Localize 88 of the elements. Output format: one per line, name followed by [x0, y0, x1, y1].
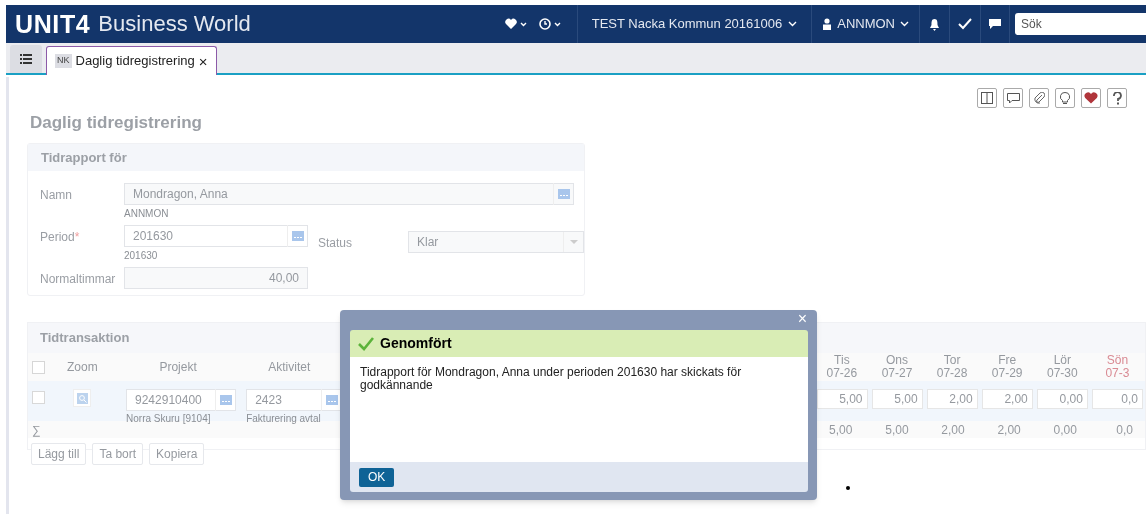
hours-field[interactable]: 0,00 — [1036, 389, 1088, 409]
status-dropdown[interactable]: Klar — [408, 231, 584, 253]
field-label: Status — [318, 235, 354, 252]
field-hint: 201630 — [124, 249, 159, 263]
hours-field[interactable]: 0,0 — [1092, 389, 1143, 409]
project-field[interactable]: 9242910400 — [126, 389, 236, 411]
ok-button[interactable]: OK — [359, 467, 395, 487]
sum-symbol: ∑ — [32, 421, 42, 439]
dialog-title: Genomfört — [380, 334, 452, 353]
day-header: Fre 07-29 — [990, 354, 1024, 380]
search-field[interactable]: Sök — [1015, 13, 1146, 35]
day-header: Tor 07-28 — [935, 354, 969, 380]
panel-title: Tidrapport för — [41, 148, 127, 167]
idea-button[interactable] — [1055, 88, 1075, 108]
logo: UNIT4 — [15, 11, 91, 37]
normal-hours-field[interactable]: 40,00 — [124, 267, 308, 289]
column-header: Zoom — [66, 360, 99, 374]
chevron-icon — [788, 21, 798, 27]
action-button[interactable]: Lägg till — [31, 443, 87, 465]
close-icon[interactable]: × — [198, 53, 208, 69]
action-button[interactable]: Kopiera — [149, 443, 205, 465]
company-dropdown[interactable]: TEST Nacka Kommun 20161006 — [577, 5, 812, 43]
product-name: Business World — [98, 13, 251, 35]
day-header: Ons 07-27 — [880, 354, 914, 380]
user-dropdown[interactable]: ANNMON — [812, 5, 919, 43]
calendar-icon — [219, 395, 232, 405]
help-button[interactable] — [1107, 88, 1127, 108]
checkmark-icon[interactable] — [958, 18, 972, 30]
chevron-icon — [900, 21, 909, 27]
attachment-button[interactable] — [1029, 88, 1049, 108]
history-icon[interactable] — [536, 17, 563, 31]
sum-cell-text: 0,0 — [1115, 421, 1134, 439]
tab-label: Daglig tidregistrering — [75, 52, 195, 71]
action-button[interactable]: Ta bort — [92, 443, 144, 465]
sum-cell-text: 2,00 — [940, 421, 966, 439]
day-header: Sön 07-3 — [1104, 354, 1131, 380]
activity-field[interactable]: 2423 — [246, 389, 343, 411]
calendar-icon — [557, 189, 570, 199]
tab-badge: NK — [55, 54, 72, 68]
calendar-icon — [325, 395, 338, 405]
heart-icon — [1084, 92, 1098, 104]
menu-button[interactable] — [10, 45, 42, 73]
sum-cell-text: 5,00 — [828, 421, 854, 439]
checkmark-icon — [358, 336, 374, 351]
page-title: Daglig tidregistrering — [30, 112, 202, 134]
activity-name: Fakturering avtal — [246, 412, 322, 426]
name-field[interactable]: Mondragon, Anna — [124, 183, 574, 205]
columns-icon — [981, 92, 993, 104]
question-mark-icon — [1112, 91, 1122, 105]
row-checkbox[interactable] — [32, 391, 45, 404]
project-name: Norra Skuru [9104] — [126, 412, 212, 426]
close-button[interactable]: × — [797, 310, 807, 328]
favorite-button[interactable] — [1081, 88, 1101, 108]
sum-cell-text: 5,00 — [884, 421, 910, 439]
day-header: Lör 07-30 — [1045, 354, 1079, 380]
panel-title: Tidtransaktion — [40, 329, 130, 348]
hours-field[interactable]: 2,00 — [926, 389, 978, 409]
favorites-icon[interactable] — [504, 18, 529, 30]
hours-field[interactable]: 5,00 — [816, 389, 868, 409]
hours-field[interactable]: 5,00 — [871, 389, 923, 409]
day-header: Tis 07-26 — [825, 354, 859, 380]
split-view-button[interactable] — [977, 88, 997, 108]
required-mark: * — [74, 230, 80, 244]
bell-icon[interactable] — [929, 17, 940, 31]
period-field[interactable]: 201630 — [124, 225, 308, 247]
comment-button[interactable] — [1003, 88, 1023, 108]
caret-icon — [569, 240, 578, 244]
sum-cell-text: 2,00 — [996, 421, 1022, 439]
select-all-checkbox[interactable] — [32, 360, 45, 374]
dialog-message: Tidrapport för Mondragon, Anna under perioden 201630 har skickats för godkännande — [360, 366, 743, 392]
user-icon — [822, 18, 833, 30]
field-hint: ANNMON — [124, 207, 170, 221]
dot-mark — [846, 486, 850, 490]
field-label: Namn — [40, 187, 73, 204]
calendar-icon — [291, 231, 304, 241]
column-header: Aktivitet — [267, 360, 312, 374]
list-icon — [20, 54, 32, 64]
lightbulb-icon — [1060, 91, 1070, 105]
paperclip-icon — [1033, 92, 1045, 104]
search-icon — [76, 392, 88, 404]
speech-bubble-icon — [1006, 92, 1020, 104]
field-label: Period* — [40, 229, 81, 246]
hours-field[interactable]: 2,00 — [981, 389, 1033, 409]
sum-cell-text: 0,00 — [1052, 421, 1078, 439]
tab[interactable]: NK Daglig tidregistrering × — [46, 46, 217, 75]
column-header: Projekt — [158, 360, 198, 374]
chat-icon[interactable] — [988, 18, 1002, 30]
field-label: Normaltimmar — [40, 271, 117, 288]
